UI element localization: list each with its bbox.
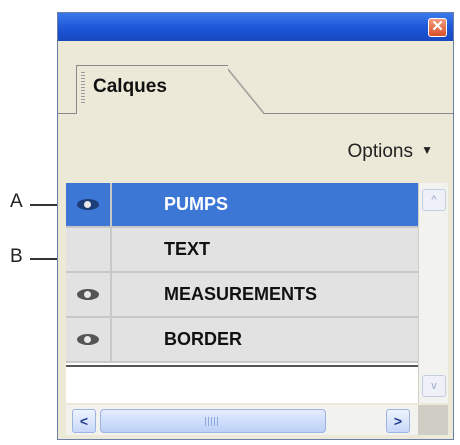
tab-label: Calques <box>93 76 167 97</box>
close-button[interactable]: ✕ <box>428 18 447 37</box>
dropdown-arrow-icon[interactable]: ▼ <box>421 143 433 157</box>
layer-list: PUMPS TEXT MEASUREMENTS BORDER <box>66 183 418 403</box>
scroll-up-button[interactable]: ^ <box>422 189 446 211</box>
visibility-toggle[interactable] <box>66 228 112 271</box>
eye-icon <box>77 334 99 345</box>
visibility-toggle[interactable] <box>66 273 112 316</box>
scroll-left-button[interactable]: < <box>72 409 96 433</box>
layer-name: BORDER <box>164 329 243 349</box>
title-bar: ✕ <box>58 13 453 41</box>
layer-row[interactable]: PUMPS <box>66 183 418 228</box>
resize-corner[interactable] <box>418 405 448 435</box>
horizontal-scroll-thumb[interactable] <box>100 409 326 433</box>
scroll-down-button[interactable]: v <box>422 375 446 397</box>
callout-b: B <box>10 246 23 267</box>
tab-edge <box>224 65 264 114</box>
horizontal-scrollbar[interactable]: < > <box>66 405 418 435</box>
layer-name: MEASUREMENTS <box>164 284 318 304</box>
layers-panel: ✕ Calques Options ▼ PUMPS TEXT MEASUREME… <box>57 12 454 440</box>
options-menu-button[interactable]: Options <box>348 141 413 163</box>
tab-calques[interactable]: Calques <box>76 65 228 114</box>
list-divider <box>66 365 418 367</box>
options-row: Options ▼ <box>58 121 453 183</box>
eye-icon <box>77 289 99 300</box>
visibility-toggle[interactable] <box>66 318 112 361</box>
layer-name: TEXT <box>164 239 211 259</box>
grip-icon[interactable] <box>81 72 85 104</box>
layer-name: PUMPS <box>164 194 229 214</box>
scroll-right-button[interactable]: > <box>386 409 410 433</box>
callout-a: A <box>10 191 23 212</box>
layer-row[interactable]: MEASUREMENTS <box>66 273 418 318</box>
layer-row[interactable]: BORDER <box>66 318 418 363</box>
eye-icon <box>77 199 99 210</box>
visibility-toggle[interactable] <box>66 183 112 226</box>
grip-icon <box>205 417 219 426</box>
vertical-scrollbar[interactable]: ^ v <box>418 183 448 403</box>
layer-row[interactable]: TEXT <box>66 228 418 273</box>
tab-strip: Calques <box>58 41 453 121</box>
